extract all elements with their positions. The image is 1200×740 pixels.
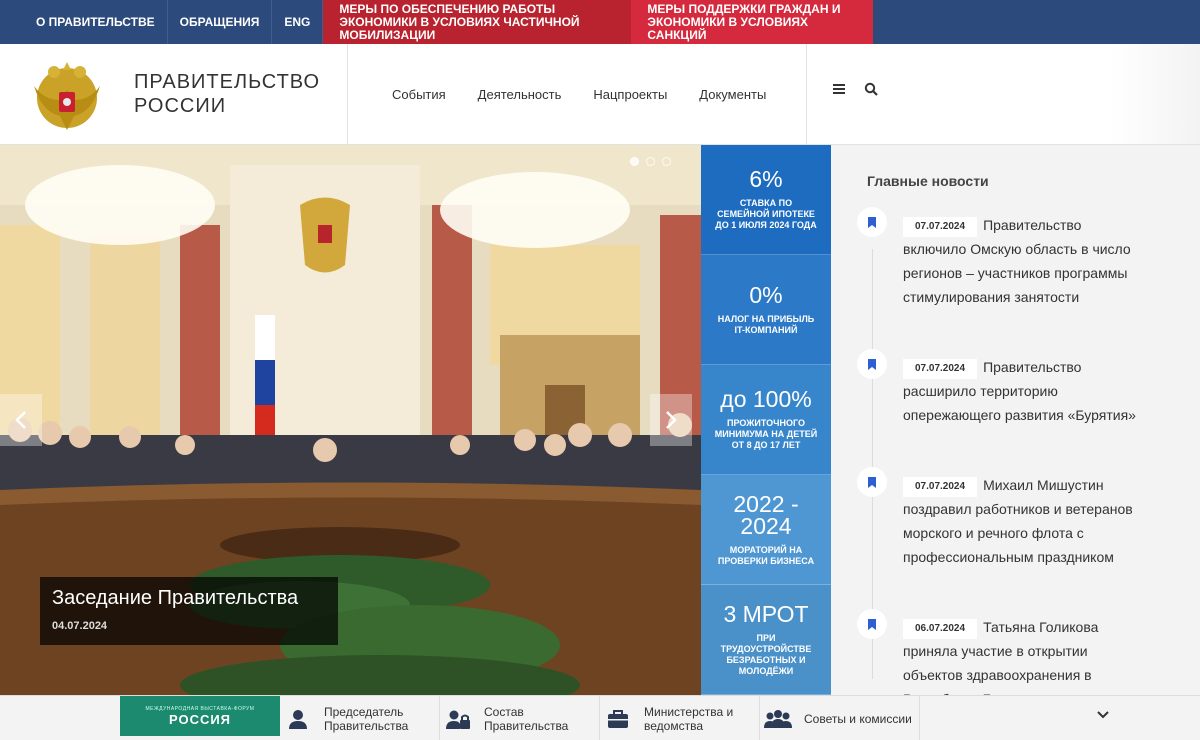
slider-dots bbox=[630, 157, 671, 166]
stat-value: 3 МРОТ bbox=[723, 600, 809, 627]
divider bbox=[806, 44, 807, 144]
stat-card[interactable]: 3 МРОТ при трудоустройстве безработных и… bbox=[701, 585, 831, 695]
promo-sanctions-support[interactable]: Меры поддержки граждан и экономики в усл… bbox=[631, 0, 874, 44]
slider-dot[interactable] bbox=[646, 157, 655, 166]
stat-description: Мораторий на проверки бизнеса bbox=[717, 544, 815, 566]
nav-events[interactable]: События bbox=[376, 87, 462, 102]
slide-date: 04.07.2024 bbox=[52, 620, 108, 632]
logo-title: РОССИЯ bbox=[168, 711, 232, 727]
bottom-bar: МЕЖДУНАРОДНАЯ ВЫСТАВКА-ФОРУМ РОССИЯ Пред… bbox=[0, 695, 1200, 740]
hero-slider[interactable]: Заседание Правительства 04.07.2024 bbox=[0, 145, 701, 695]
news-heading: Главные новости bbox=[867, 173, 989, 189]
stat-value: 2022 - 2024 bbox=[733, 490, 799, 539]
news-date: 07.07.2024 bbox=[903, 359, 978, 379]
nav-eng[interactable]: ENG bbox=[272, 0, 324, 44]
menu-icon[interactable] bbox=[832, 82, 846, 96]
slide-caption[interactable]: Заседание Правительства 04.07.2024 bbox=[40, 577, 338, 645]
site-title[interactable]: ПРАВИТЕЛЬСТВО РОССИИ bbox=[134, 70, 344, 118]
stat-value: 6% bbox=[749, 166, 783, 192]
header-fade bbox=[1110, 44, 1200, 144]
bottom-link-ministries[interactable]: Министерства и ведомства bbox=[600, 696, 760, 740]
nav-about-government[interactable]: О ПРАВИТЕЛЬСТВЕ bbox=[0, 0, 168, 44]
main-nav: События Деятельность Нацпроекты Документ… bbox=[376, 44, 782, 144]
slider-next-button[interactable] bbox=[650, 394, 692, 446]
coat-of-arms-logo[interactable] bbox=[30, 56, 104, 134]
stat-description: прожиточного минимума на детей от 8 до 1… bbox=[714, 418, 818, 450]
main-news-panel: Главные новости 07.07.2024 Правительство … bbox=[831, 145, 1200, 695]
bottom-link-label: Министерства и ведомства bbox=[644, 704, 734, 733]
slide-title: Заседание Правительства bbox=[52, 587, 299, 609]
person-icon bbox=[289, 709, 307, 729]
slider-dot[interactable] bbox=[662, 157, 671, 166]
group-icon bbox=[764, 709, 792, 728]
bottom-link-composition[interactable]: Состав Правительства bbox=[440, 696, 600, 740]
top-bar: О ПРАВИТЕЛЬСТВЕ ОБРАЩЕНИЯ ENG Меры по об… bbox=[0, 0, 1200, 44]
stat-value: до 100% bbox=[720, 386, 812, 412]
site-header: ПРАВИТЕЛЬСТВО РОССИИ События Деятельност… bbox=[0, 44, 1200, 145]
stat-card[interactable]: 6% Ставка по семейной ипотеке до 1 июля … bbox=[701, 145, 831, 255]
nav-activity[interactable]: Деятельность bbox=[462, 87, 578, 102]
news-date: 07.07.2024 bbox=[903, 217, 978, 237]
bottom-link-label: Председатель Правительства bbox=[324, 704, 409, 733]
divider bbox=[347, 44, 348, 144]
bookmark-icon[interactable] bbox=[857, 467, 887, 497]
bottom-link-councils[interactable]: Советы и комиссии bbox=[760, 696, 920, 740]
stat-description: Ставка по семейной ипотеке до 1 июля 202… bbox=[715, 198, 817, 230]
search-icon[interactable] bbox=[864, 82, 878, 96]
stat-card[interactable]: 0% Налог на прибыль IT-компаний bbox=[701, 255, 831, 365]
bottom-link-label: Советы и комиссии bbox=[804, 711, 912, 726]
stat-description: Налог на прибыль IT-компаний bbox=[717, 313, 815, 335]
chevron-right-icon bbox=[666, 411, 677, 429]
stat-card[interactable]: до 100% прожиточного минимума на детей о… bbox=[701, 365, 831, 475]
news-date: 07.07.2024 bbox=[903, 477, 978, 497]
chevron-left-icon bbox=[15, 411, 26, 429]
news-date: 06.07.2024 bbox=[903, 619, 978, 639]
stat-value: 0% bbox=[749, 281, 783, 308]
bottom-link-label: Состав Правительства bbox=[484, 704, 569, 733]
stats-column: 6% Ставка по семейной ипотеке до 1 июля … bbox=[701, 145, 831, 695]
russia-expo-logo[interactable]: МЕЖДУНАРОДНАЯ ВЫСТАВКА-ФОРУМ РОССИЯ bbox=[120, 696, 280, 736]
people-icon bbox=[446, 710, 470, 729]
nav-documents[interactable]: Документы bbox=[683, 87, 782, 102]
nav-national-projects[interactable]: Нацпроекты bbox=[577, 87, 683, 102]
bookmark-icon[interactable] bbox=[857, 207, 887, 237]
slider-dot[interactable] bbox=[630, 157, 639, 166]
chevron-down-icon[interactable] bbox=[1096, 710, 1110, 720]
promo-mobilization-measures[interactable]: Меры по обеспечению работы экономики в у… bbox=[323, 0, 632, 44]
briefcase-icon bbox=[608, 709, 628, 728]
stat-description: при трудоустройстве безработных и молодё… bbox=[720, 632, 812, 676]
stat-card[interactable]: 2022 - 2024 Мораторий на проверки бизнес… bbox=[701, 475, 831, 585]
bookmark-icon[interactable] bbox=[857, 349, 887, 379]
bookmark-icon[interactable] bbox=[857, 609, 887, 639]
nav-appeals[interactable]: ОБРАЩЕНИЯ bbox=[168, 0, 273, 44]
bottom-link-chairman[interactable]: Председатель Правительства bbox=[280, 696, 440, 740]
slider-prev-button[interactable] bbox=[0, 394, 42, 446]
